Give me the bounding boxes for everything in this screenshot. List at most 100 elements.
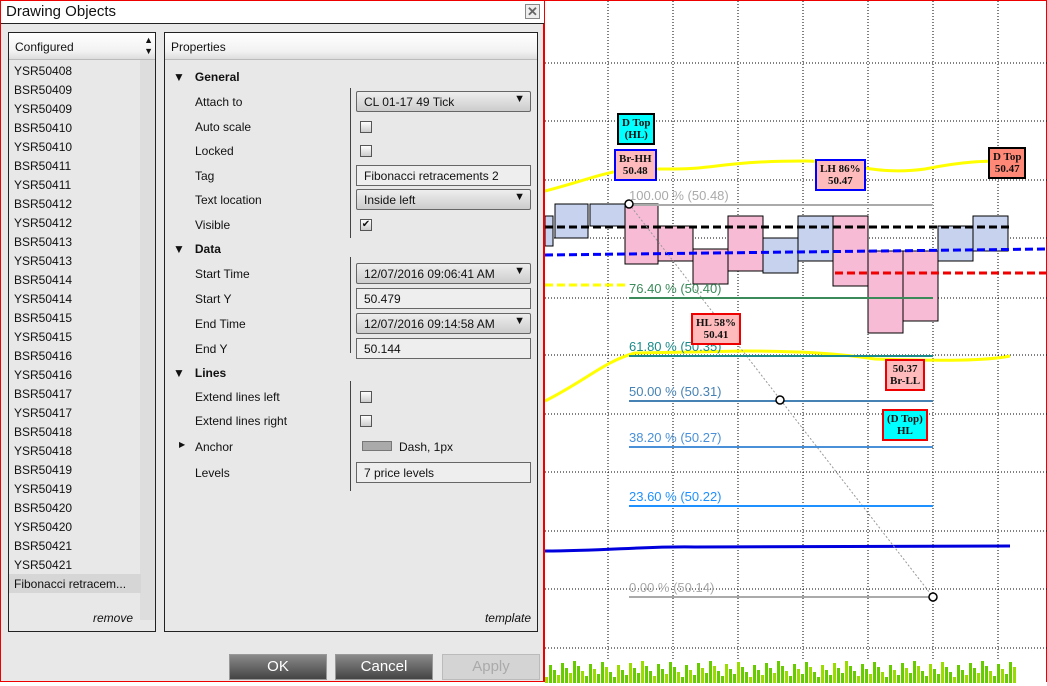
list-item[interactable]: YSR50408 xyxy=(9,61,141,80)
list-item[interactable]: Fibonacci retracem... xyxy=(9,574,141,593)
price-bar-box xyxy=(657,225,694,262)
list-scrollbar[interactable] xyxy=(140,60,155,620)
list-item[interactable]: YSR50410 xyxy=(9,137,141,156)
volume-bar xyxy=(657,664,660,683)
fib-level-label: 38.20 % (50.27) xyxy=(629,430,722,445)
list-item[interactable]: YSR50414 xyxy=(9,289,141,308)
list-item[interactable]: YSR50416 xyxy=(9,365,141,384)
list-item[interactable]: YSR50409 xyxy=(9,99,141,118)
anchor-value[interactable]: Dash, 1px xyxy=(399,440,453,454)
start-time-picker[interactable]: 12/07/2016 09:06:41 AM ▼ xyxy=(356,263,531,284)
section-lines[interactable]: ▼ Lines xyxy=(173,366,226,380)
volume-bar xyxy=(577,666,580,683)
list-item[interactable]: YSR50413 xyxy=(9,251,141,270)
attach-to-select[interactable]: CL 01-17 49 Tick ▼ xyxy=(356,91,531,112)
extend-left-label: Extend lines left xyxy=(195,390,280,404)
levels-input[interactable]: 7 price levels xyxy=(356,462,531,483)
expand-anchor-icon[interactable]: ▶ xyxy=(179,440,185,449)
price-chart[interactable]: 100.00 % (50.48) 76.40 % (50.40) 61.80 % (… xyxy=(544,0,1047,683)
list-item[interactable]: BSR50412 xyxy=(9,194,141,213)
volume-bar xyxy=(813,672,816,683)
list-item[interactable]: YSR50420 xyxy=(9,517,141,536)
volume-bar xyxy=(661,669,664,683)
apply-button[interactable]: Apply xyxy=(442,654,540,680)
volume-bar xyxy=(737,662,740,683)
ok-button[interactable]: OK xyxy=(229,654,327,680)
volume-bar xyxy=(633,668,636,683)
volume-bar xyxy=(601,662,604,683)
volume-bar xyxy=(697,663,700,683)
scroll-up-icon[interactable]: ▲ xyxy=(144,35,153,45)
attach-to-label: Attach to xyxy=(195,95,243,109)
properties-panel: Properties ▼ General Attach to CL 01-17 … xyxy=(164,32,538,632)
list-item[interactable]: BSR50411 xyxy=(9,156,141,175)
close-button[interactable]: ✕ xyxy=(525,4,540,19)
cancel-button[interactable]: Cancel xyxy=(335,654,433,680)
volume-bar xyxy=(877,667,880,683)
volume-bar xyxy=(593,669,596,683)
list-item[interactable]: BSR50416 xyxy=(9,346,141,365)
list-item[interactable]: YSR50415 xyxy=(9,327,141,346)
list-item[interactable]: YSR50421 xyxy=(9,555,141,574)
volume-bar xyxy=(817,677,820,683)
list-item[interactable]: BSR50415 xyxy=(9,308,141,327)
volume-bar xyxy=(881,672,884,683)
list-item[interactable]: BSR50421 xyxy=(9,536,141,555)
end-y-input[interactable]: 50.144 xyxy=(356,338,531,359)
section-data[interactable]: ▼ Data xyxy=(173,242,221,256)
auto-scale-checkbox[interactable] xyxy=(360,121,372,133)
swing-label-line1: LH 86% xyxy=(820,163,861,175)
volume-bar xyxy=(853,671,856,683)
fib-level-label: 23.60 % (50.22) xyxy=(629,489,722,504)
volume-bar xyxy=(785,671,788,683)
volume-bar xyxy=(805,662,808,683)
swing-label: 50.37 Br-LL xyxy=(885,359,926,391)
locked-checkbox[interactable] xyxy=(360,145,372,157)
list-item[interactable]: BSR50420 xyxy=(9,498,141,517)
volume-bar xyxy=(681,677,684,683)
list-item[interactable]: BSR50414 xyxy=(9,270,141,289)
list-item[interactable]: YSR50419 xyxy=(9,479,141,498)
scroll-down-icon[interactable]: ▼ xyxy=(144,46,153,56)
list-item[interactable]: YSR50412 xyxy=(9,213,141,232)
section-general[interactable]: ▼ General xyxy=(173,70,240,84)
volume-bar xyxy=(617,665,620,683)
anchor-label: Anchor xyxy=(195,440,234,454)
remove-link[interactable]: remove xyxy=(93,611,133,625)
list-item[interactable]: BSR50418 xyxy=(9,422,141,441)
list-item[interactable]: YSR50411 xyxy=(9,175,141,194)
list-item[interactable]: BSR50413 xyxy=(9,232,141,251)
list-item[interactable]: BSR50417 xyxy=(9,384,141,403)
start-y-input[interactable]: 50.479 xyxy=(356,288,531,309)
extend-left-checkbox[interactable] xyxy=(360,391,372,403)
line-style-swatch[interactable] xyxy=(362,441,392,451)
swing-label-line1: Br-HH xyxy=(619,153,652,165)
swing-label: D Top (HL) xyxy=(617,113,656,145)
list-item[interactable]: BSR50409 xyxy=(9,80,141,99)
volume-bar xyxy=(821,665,824,683)
volume-bar xyxy=(797,669,800,683)
volume-bar xyxy=(685,665,688,683)
price-bar-box xyxy=(937,225,974,262)
volume-bar xyxy=(997,664,1000,683)
volume-bar xyxy=(677,672,680,683)
volume-bar xyxy=(757,670,760,683)
start-time-label: Start Time xyxy=(195,267,250,281)
extend-right-checkbox[interactable] xyxy=(360,415,372,427)
swing-label: Br-HH 50.48 xyxy=(614,149,657,181)
list-item[interactable]: YSR50417 xyxy=(9,403,141,422)
end-y-label: End Y xyxy=(195,342,228,356)
volume-bar xyxy=(861,664,864,683)
volume-bar xyxy=(545,677,548,683)
volume-bar xyxy=(901,663,904,683)
template-link[interactable]: template xyxy=(485,611,531,625)
visible-checkbox[interactable]: ✔ xyxy=(360,219,372,231)
chart-canvas[interactable] xyxy=(544,1,1047,683)
volume-bar xyxy=(1001,669,1004,683)
tag-input[interactable]: Fibonacci retracements 2 xyxy=(356,165,531,186)
text-location-select[interactable]: Inside left ▼ xyxy=(356,189,531,210)
list-item[interactable]: BSR50419 xyxy=(9,460,141,479)
list-item[interactable]: BSR50410 xyxy=(9,118,141,137)
end-time-picker[interactable]: 12/07/2016 09:14:58 AM ▼ xyxy=(356,313,531,334)
list-item[interactable]: YSR50418 xyxy=(9,441,141,460)
